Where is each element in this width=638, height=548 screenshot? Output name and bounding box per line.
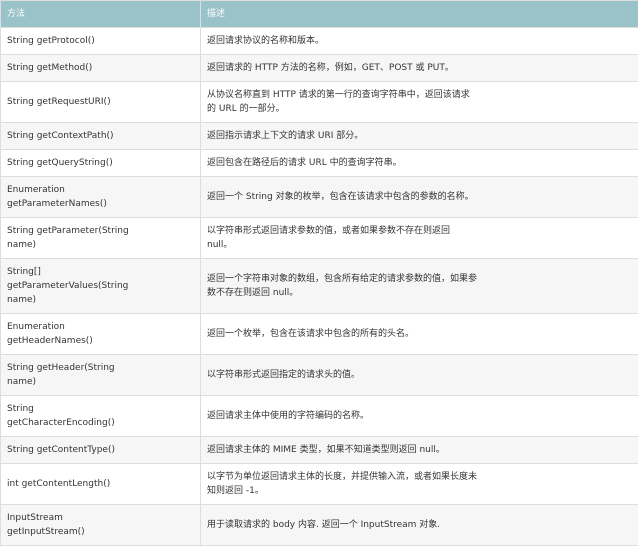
table-row: Enumeration getParameterNames() 返回一个 Str…	[0, 176, 638, 218]
description-cell: 返回一个枚举，包含在该请求中包含的所有的头名。	[200, 313, 638, 355]
description-cell: 返回包含在路径后的请求 URL 中的查询字符串。	[200, 149, 638, 177]
table-row: String getParameter(String name) 以字符串形式返…	[0, 217, 638, 259]
method-cell: String getParameter(String name)	[0, 217, 201, 259]
table-row: InputStream getInputStream() 用于读取请求的 bod…	[0, 504, 638, 546]
description-cell: 返回一个 String 对象的枚举，包含在该请求中包含的参数的名称。	[200, 176, 638, 218]
table-row: String getHeader(String name) 以字符串形式返回指定…	[0, 354, 638, 396]
description-cell: 从协议名称直到 HTTP 请求的第一行的查询字符串中，返回该请求的 URL 的一…	[200, 81, 638, 123]
api-methods-table: 方法 描述 String getProtocol() 返回请求协议的名称和版本。…	[0, 0, 638, 546]
description-cell: 返回请求的 HTTP 方法的名称，例如，GET、POST 或 PUT。	[200, 54, 638, 82]
table-row: String[] getParameterValues(String name)…	[0, 258, 638, 314]
method-cell: String getHeader(String name)	[0, 354, 201, 396]
method-cell: int getContentLength()	[0, 463, 201, 505]
table-row: String getRequestURI() 从协议名称直到 HTTP 请求的第…	[0, 81, 638, 123]
table-body: String getProtocol() 返回请求协议的名称和版本。 Strin…	[0, 27, 638, 546]
method-cell: String getRequestURI()	[0, 81, 201, 123]
method-cell: String getProtocol()	[0, 27, 201, 55]
method-cell: InputStream getInputStream()	[0, 504, 201, 546]
description-cell: 返回一个字符串对象的数组，包含所有给定的请求参数的值，如果参数不存在则返回 nu…	[200, 258, 638, 314]
description-cell: 以字节为单位返回请求主体的长度，并提供输入流，或者如果长度未知则返回 -1。	[200, 463, 638, 505]
method-cell: String getCharacterEncoding()	[0, 395, 201, 437]
method-cell: String getQueryString()	[0, 149, 201, 177]
description-cell: 用于读取请求的 body 内容. 返回一个 InputStream 对象.	[200, 504, 638, 546]
method-cell: String getMethod()	[0, 54, 201, 82]
method-cell: Enumeration getParameterNames()	[0, 176, 201, 218]
description-cell: 返回请求主体中使用的字符编码的名称。	[200, 395, 638, 437]
description-cell: 返回请求主体的 MIME 类型，如果不知道类型则返回 null。	[200, 436, 638, 464]
table-row: String getQueryString() 返回包含在路径后的请求 URL …	[0, 149, 638, 177]
description-cell: 返回指示请求上下文的请求 URI 部分。	[200, 122, 638, 150]
method-cell: String getContentType()	[0, 436, 201, 464]
description-cell: 返回请求协议的名称和版本。	[200, 27, 638, 55]
table-row: String getContentType() 返回请求主体的 MIME 类型，…	[0, 436, 638, 464]
table-row: String getCharacterEncoding() 返回请求主体中使用的…	[0, 395, 638, 437]
method-cell: Enumeration getHeaderNames()	[0, 313, 201, 355]
description-cell: 以字符串形式返回请求参数的值，或者如果参数不存在则返回 null。	[200, 217, 638, 259]
table-row: String getProtocol() 返回请求协议的名称和版本。	[0, 27, 638, 55]
method-cell: String getContextPath()	[0, 122, 201, 150]
table-row: String getContextPath() 返回指示请求上下文的请求 URI…	[0, 122, 638, 150]
table-row: String getMethod() 返回请求的 HTTP 方法的名称，例如，G…	[0, 54, 638, 82]
column-header-description: 描述	[200, 0, 638, 28]
table-row: Enumeration getHeaderNames() 返回一个枚举，包含在该…	[0, 313, 638, 355]
table-header: 方法 描述	[0, 0, 638, 28]
table-row: int getContentLength() 以字节为单位返回请求主体的长度，并…	[0, 463, 638, 505]
description-cell: 以字符串形式返回指定的请求头的值。	[200, 354, 638, 396]
method-cell: String[] getParameterValues(String name)	[0, 258, 201, 314]
column-header-method: 方法	[0, 0, 201, 28]
